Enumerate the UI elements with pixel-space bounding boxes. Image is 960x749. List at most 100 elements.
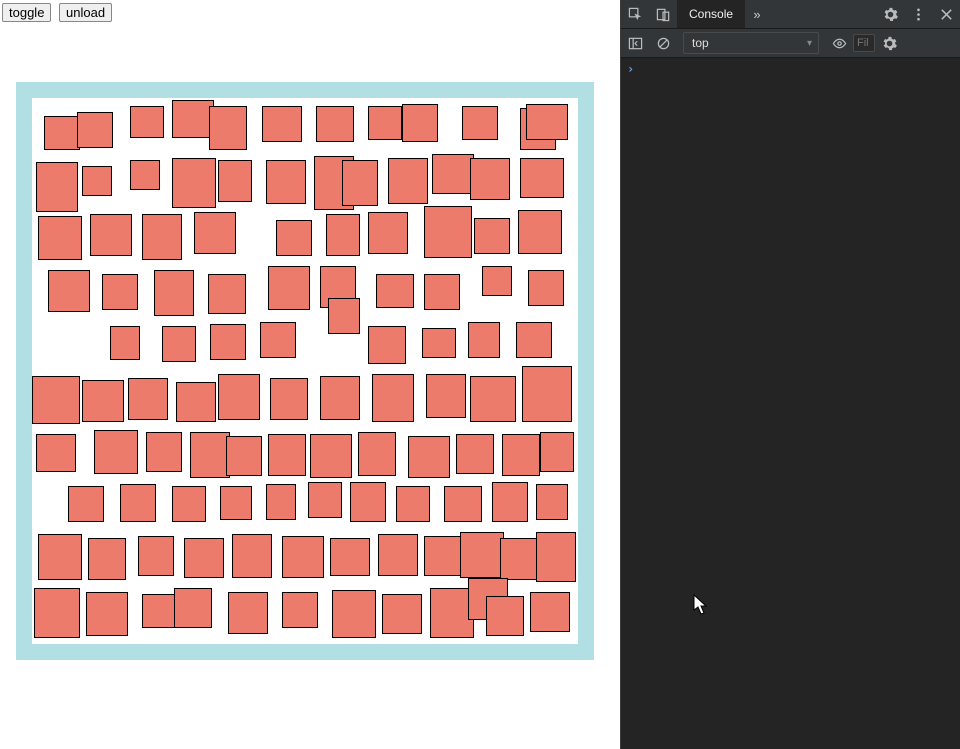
- canvas-box: [142, 214, 182, 260]
- canvas-box: [94, 430, 138, 474]
- canvas-box: [378, 534, 418, 576]
- tabs-overflow-icon[interactable]: »: [745, 7, 769, 22]
- canvas-box: [138, 536, 174, 576]
- canvas-box: [48, 270, 90, 312]
- console-prompt-chevron-icon: ›: [627, 62, 634, 76]
- canvas-box: [444, 486, 482, 522]
- canvas-box: [460, 532, 504, 578]
- canvas-box: [266, 160, 306, 204]
- canvas-box: [120, 484, 156, 522]
- canvas-box: [38, 534, 82, 580]
- canvas-box: [308, 482, 342, 518]
- canvas-border: [16, 82, 594, 660]
- context-selected-value: top: [692, 36, 709, 50]
- canvas-box: [424, 206, 472, 258]
- canvas-box: [462, 106, 498, 140]
- canvas-box: [68, 486, 104, 522]
- canvas-box: [210, 324, 246, 360]
- canvas-box: [110, 326, 140, 360]
- canvas-box: [260, 322, 296, 358]
- settings-gear-icon[interactable]: [876, 0, 904, 28]
- unload-button[interactable]: unload: [59, 3, 112, 22]
- canvas-box: [268, 266, 310, 310]
- canvas-box: [218, 374, 260, 420]
- canvas-box: [232, 534, 272, 578]
- canvas-box: [326, 214, 360, 256]
- canvas-box: [282, 536, 324, 578]
- console-filter-input[interactable]: [853, 34, 875, 52]
- toggle-button[interactable]: toggle: [2, 3, 51, 22]
- devtools-tabbar: Console »: [621, 0, 960, 29]
- canvas-box: [218, 160, 252, 202]
- canvas-box: [382, 594, 422, 634]
- canvas-box: [174, 588, 212, 628]
- device-toolbar-icon[interactable]: [649, 0, 677, 28]
- canvas-box: [128, 378, 168, 420]
- devtools-panel: Console »: [620, 0, 960, 749]
- canvas-box: [194, 212, 236, 254]
- canvas-box: [528, 270, 564, 306]
- close-devtools-icon[interactable]: [932, 0, 960, 28]
- kebab-menu-icon[interactable]: [904, 0, 932, 28]
- canvas-box: [470, 158, 510, 200]
- canvas-box: [470, 376, 516, 422]
- canvas-box: [262, 106, 302, 142]
- canvas-box: [77, 112, 113, 148]
- canvas-box: [270, 378, 308, 420]
- canvas-box: [36, 434, 76, 472]
- canvas-box: [520, 158, 564, 198]
- canvas-box: [142, 594, 178, 628]
- canvas-box: [316, 106, 354, 142]
- clear-console-icon[interactable]: [649, 29, 677, 57]
- canvas-box: [408, 436, 450, 478]
- canvas-box: [424, 274, 460, 310]
- canvas-box: [310, 434, 352, 478]
- canvas-box: [492, 482, 528, 522]
- execution-context-selector[interactable]: top ▾: [683, 32, 819, 54]
- console-settings-gear-icon[interactable]: [875, 29, 903, 57]
- canvas-box: [162, 326, 196, 362]
- canvas-box: [426, 374, 466, 418]
- live-expression-eye-icon[interactable]: [825, 29, 853, 57]
- canvas-box: [36, 162, 78, 212]
- canvas-box: [172, 158, 216, 208]
- canvas-box: [482, 266, 512, 296]
- canvas-box: [220, 486, 252, 520]
- app-root: toggle unload Console »: [0, 0, 960, 749]
- canvas-box: [396, 486, 430, 522]
- console-sidebar-toggle-icon[interactable]: [621, 29, 649, 57]
- canvas-box: [368, 326, 406, 364]
- canvas-box: [522, 366, 572, 422]
- canvas-box: [154, 270, 194, 316]
- canvas-box: [526, 104, 568, 140]
- canvas-box: [368, 212, 408, 254]
- canvas-box: [190, 432, 230, 478]
- canvas-box: [266, 484, 296, 520]
- canvas-box: [376, 274, 414, 308]
- canvas-box: [350, 482, 386, 522]
- canvas-box: [130, 160, 160, 190]
- inspect-element-icon[interactable]: [621, 0, 649, 28]
- canvas-box: [530, 592, 570, 632]
- canvas: [32, 98, 578, 644]
- console-body[interactable]: ›: [621, 58, 960, 749]
- canvas-box: [146, 432, 182, 472]
- tab-console[interactable]: Console: [677, 0, 745, 28]
- canvas-box: [536, 532, 576, 582]
- canvas-box: [474, 218, 510, 254]
- canvas-box: [268, 434, 306, 476]
- canvas-box: [44, 116, 80, 150]
- canvas-box: [320, 376, 360, 420]
- canvas-box: [172, 486, 206, 522]
- canvas-box: [516, 322, 552, 358]
- canvas-box: [518, 210, 562, 254]
- canvas-box: [184, 538, 224, 578]
- canvas-box: [88, 538, 126, 580]
- canvas-box: [102, 274, 138, 310]
- canvas-box: [358, 432, 396, 476]
- console-toolbar: top ▾: [621, 29, 960, 58]
- canvas-box: [32, 376, 80, 424]
- canvas-box: [330, 538, 370, 576]
- canvas-box: [82, 166, 112, 196]
- canvas-box: [38, 216, 82, 260]
